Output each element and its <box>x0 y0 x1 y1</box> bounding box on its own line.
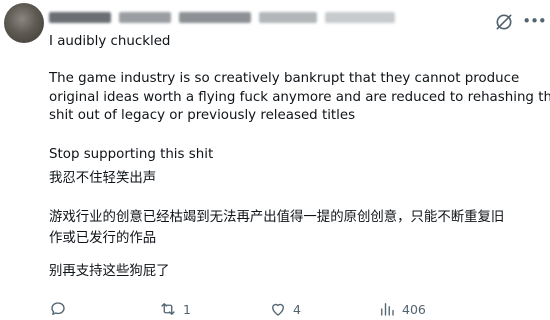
reply-button[interactable] <box>49 300 73 318</box>
like-count: 4 <box>293 301 301 317</box>
author-name-redacted[interactable] <box>49 7 403 27</box>
tweet-line: Stop supporting this shit <box>49 147 214 162</box>
views-button[interactable]: 406 <box>378 300 426 318</box>
views-icon <box>381 303 394 316</box>
retweet-icon <box>161 303 175 315</box>
retweet-button[interactable]: 1 <box>159 300 191 318</box>
tweet-line: I audibly chuckled <box>49 34 171 49</box>
more-icon[interactable]: ••• <box>522 10 547 32</box>
tweet-line: original ideas worth a flying fuck anymo… <box>49 90 550 105</box>
tweet-line: 游戏行业的创意已经枯竭到无法再产出值得一提的原创创意，只能不断重复旧 <box>49 210 505 225</box>
like-icon <box>272 303 284 316</box>
like-button[interactable]: 4 <box>269 300 301 318</box>
tweet-line: shit out of legacy or previously release… <box>49 108 356 123</box>
avatar[interactable] <box>4 3 44 43</box>
tweet-line: 别再支持这些狗屁了 <box>49 264 170 279</box>
tweet-line: 我忍不住轻笑出声 <box>49 171 157 186</box>
tweet-line: The game industry is so creatively bankr… <box>49 71 520 86</box>
tweet-line: 作或已发行的作品 <box>49 231 157 246</box>
grok-icon[interactable] <box>493 11 515 33</box>
retweet-count: 1 <box>183 301 191 317</box>
tweet-actions: 1 4 406 <box>49 300 550 320</box>
view-count: 406 <box>402 301 426 317</box>
reply-icon <box>51 302 65 315</box>
